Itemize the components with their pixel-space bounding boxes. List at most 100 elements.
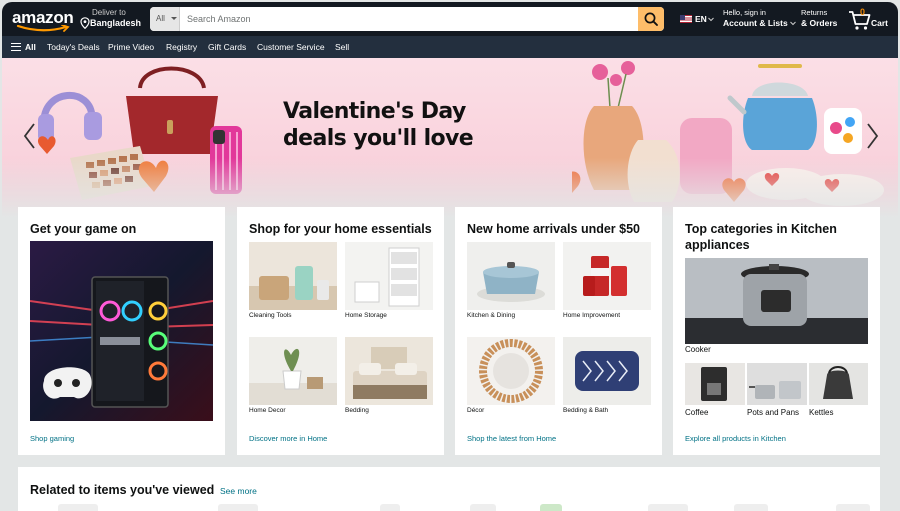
tile-label: Bedding & Bath xyxy=(563,407,609,414)
kitchen-dining-image xyxy=(467,242,555,310)
home-storage-image xyxy=(345,242,433,310)
tile-bedding[interactable] xyxy=(345,337,433,405)
returns-label: Returns xyxy=(801,8,828,17)
nav-all[interactable]: All xyxy=(25,42,36,52)
card-title: Top categories in Kitchen appliances xyxy=(685,222,837,252)
page: amazon Deliver to Bangladesh All Search … xyxy=(2,2,898,511)
search-category-label: All xyxy=(156,14,165,23)
tile-kitchen-dining[interactable] xyxy=(467,242,555,310)
hero-title-line1: Valentine's Day xyxy=(283,99,466,124)
tile-label: Cleaning Tools xyxy=(249,312,292,319)
deliver-label: Deliver to xyxy=(92,8,126,17)
cleaning-tools-image xyxy=(249,242,337,310)
tile-kettles[interactable] xyxy=(809,363,868,405)
related-product-thumb[interactable] xyxy=(734,504,768,511)
tile-label: Home Decor xyxy=(249,407,286,414)
bedding-image xyxy=(345,337,433,405)
discover-home-link[interactable]: Discover more in Home xyxy=(249,434,327,443)
cart-button[interactable]: 0 Cart xyxy=(848,7,892,31)
search-bar: All xyxy=(150,7,664,31)
kettle-image xyxy=(809,363,868,405)
us-flag-icon xyxy=(680,15,692,23)
tile-coffee[interactable] xyxy=(685,363,745,405)
tile-home-improvement[interactable] xyxy=(563,242,651,310)
nav-customer-service[interactable]: Customer Service xyxy=(257,42,325,52)
cart-count: 0 xyxy=(860,7,866,17)
caret-down-icon xyxy=(789,21,796,26)
logo-smile-icon xyxy=(16,25,70,32)
tile-label: Coffee xyxy=(685,408,709,417)
tile-pots-pans[interactable] xyxy=(747,363,807,405)
see-more-link[interactable]: See more xyxy=(220,486,257,496)
tile-bedding-bath[interactable] xyxy=(563,337,651,405)
related-product-thumb[interactable] xyxy=(836,504,870,511)
related-product-thumb[interactable] xyxy=(470,504,496,511)
nav-todays-deals[interactable]: Today's Deals xyxy=(47,42,100,52)
nav-gift-cards[interactable]: Gift Cards xyxy=(208,42,246,52)
section-title: Related to items you've viewed xyxy=(30,483,215,497)
related-product-thumb[interactable] xyxy=(648,504,688,511)
home-improvement-image xyxy=(563,242,651,310)
amazon-logo[interactable]: amazon xyxy=(12,8,74,32)
hamburger-menu-icon[interactable] xyxy=(11,43,21,51)
orders-label: & Orders xyxy=(801,18,838,28)
coffee-maker-image xyxy=(685,363,745,405)
cart-label: Cart xyxy=(871,18,889,28)
card-kitchen-appliances: Top categories in Kitchen appliances Coo… xyxy=(673,207,880,455)
language-selector[interactable]: EN xyxy=(680,14,714,24)
tile-cleaning-tools[interactable] xyxy=(249,242,337,310)
explore-kitchen-link[interactable]: Explore all products in Kitchen xyxy=(685,434,786,443)
card-gaming: Get your game on Shop gaming xyxy=(18,207,225,455)
chevron-left-icon[interactable] xyxy=(18,116,42,156)
search-category-select[interactable]: All xyxy=(150,7,180,31)
sub-navigation: All Today's Deals Prime Video Registry G… xyxy=(2,36,898,58)
decor-mirror-image xyxy=(467,337,555,405)
related-items-section: Related to items you've viewed See more xyxy=(18,467,880,511)
tile-label: Pots and Pans xyxy=(747,408,800,417)
returns-orders[interactable]: Returns & Orders xyxy=(801,8,837,28)
search-input[interactable] xyxy=(180,7,638,31)
account-lists[interactable]: Hello, sign in Account & Lists xyxy=(723,8,796,28)
nav-registry[interactable]: Registry xyxy=(166,42,197,52)
caret-down-icon xyxy=(171,17,177,20)
tile-decor[interactable] xyxy=(467,337,555,405)
related-product-thumb[interactable] xyxy=(540,504,562,511)
pressure-cooker-image xyxy=(685,258,868,344)
chevron-right-icon[interactable] xyxy=(860,116,884,156)
deliver-location: Bangladesh xyxy=(90,18,142,28)
nav-sell[interactable]: Sell xyxy=(335,42,349,52)
hero-title-line2: deals you'll love xyxy=(283,126,474,151)
bedding-bath-image xyxy=(563,337,651,405)
tile-label: Décor xyxy=(467,407,485,414)
card-title: Shop for your home essentials xyxy=(249,222,432,236)
shop-latest-home-link[interactable]: Shop the latest from Home xyxy=(467,434,556,443)
language-label: EN xyxy=(695,14,707,24)
tile-home-decor[interactable] xyxy=(249,337,337,405)
tile-label: Kitchen & Dining xyxy=(467,312,516,319)
related-product-thumb[interactable] xyxy=(218,504,258,511)
nav-prime-video[interactable]: Prime Video xyxy=(108,42,154,52)
hero-banner[interactable]: Valentine's Day deals you'll love xyxy=(2,58,898,218)
pots-pans-image xyxy=(747,363,807,405)
tile-home-storage[interactable] xyxy=(345,242,433,310)
related-product-thumb[interactable] xyxy=(58,504,98,511)
card-title: New home arrivals under $50 xyxy=(467,222,640,236)
tile-cooker[interactable] xyxy=(685,258,868,344)
account-lists-label: Account & Lists xyxy=(723,18,796,28)
search-button[interactable] xyxy=(638,7,664,31)
location-pin-icon xyxy=(80,17,90,29)
search-icon xyxy=(644,12,658,26)
gaming-pc-image[interactable] xyxy=(30,241,213,421)
tile-label: Cooker xyxy=(685,345,711,354)
shop-gaming-link[interactable]: Shop gaming xyxy=(30,434,74,443)
home-decor-image xyxy=(249,337,337,405)
tile-label: Home Storage xyxy=(345,312,387,319)
tile-label: Bedding xyxy=(345,407,369,414)
account-lists-text: Account & Lists xyxy=(723,18,788,28)
card-title: Get your game on xyxy=(30,222,137,236)
caret-down-icon xyxy=(707,17,714,22)
hero-title: Valentine's Day deals you'll love xyxy=(283,98,474,152)
related-product-thumb[interactable] xyxy=(380,504,400,511)
header: amazon Deliver to Bangladesh All Search … xyxy=(2,2,898,36)
card-home-essentials: Shop for your home essentials Cleaning T… xyxy=(237,207,444,455)
